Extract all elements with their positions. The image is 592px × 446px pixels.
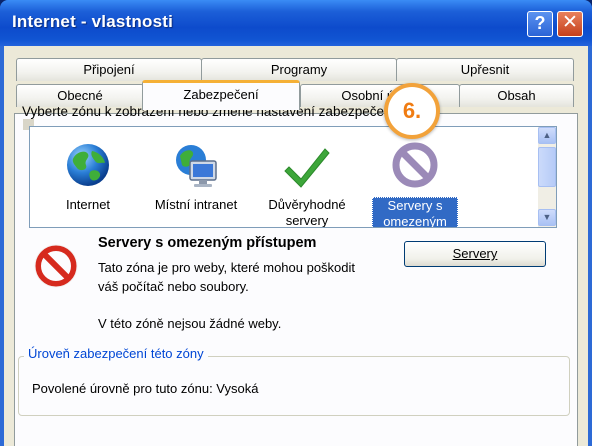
zone-label: Důvěryhodné servery [268,197,346,228]
zone-empty-note: V této zóně nejsou žádné weby. [98,316,282,331]
zone-internet[interactable]: Internet [38,127,138,213]
tab-obsah[interactable]: Obsah [459,84,574,107]
zone-list-scrollbar[interactable]: ▲ ▼ [538,127,556,227]
servers-button[interactable]: Servery [404,241,546,267]
zone-title: Servery s omezeným přístupem [98,235,317,251]
help-button[interactable]: ? [527,11,553,37]
security-level-legend: Úroveň zabezpečení této zóny [24,346,208,361]
close-button[interactable]: ✕ [557,11,583,37]
servers-button-label: Servery [452,246,498,261]
scroll-up-icon[interactable]: ▲ [538,127,556,144]
tab-programy[interactable]: Programy [201,58,397,81]
zone-description: Tato zóna je pro weby, které mohou poško… [98,260,356,294]
window-title: Internet - vlastnosti [12,12,174,31]
restricted-icon [392,142,438,188]
globe-icon [67,144,109,186]
zone-duveryhodne-servery[interactable]: Důvěryhodné servery [252,127,362,228]
scroll-down-icon[interactable]: ▼ [538,209,556,226]
zone-list[interactable]: Internet Místní intranet Důvěryhodné ser… [29,126,557,228]
title-bar[interactable]: Internet - vlastnosti ? ✕ [0,0,592,46]
zone-label-selected: Servery s omezeným přístupem [372,197,458,227]
tab-pripojeni[interactable]: Připojení [16,58,202,81]
restricted-zone-icon [34,244,78,288]
zone-label: Internet [65,197,111,212]
checkmark-icon [284,148,330,188]
tab-zabezpeceni[interactable]: Zabezpečení [142,80,300,110]
zone-mistni-intranet[interactable]: Místní intranet [142,127,250,213]
zone-servery-s-omezenym-pristupem[interactable]: Servery s omezeným přístupem [372,127,458,227]
step-callout-badge: 6. [384,83,440,139]
tab-upresnit[interactable]: Upřesnit [396,58,574,81]
intranet-icon [176,145,217,187]
zone-label: Místní intranet [154,197,238,212]
properties-window: Internet - vlastnosti ? ✕ Připojení Prog… [0,0,592,446]
allowed-levels-text: Povolené úrovně pro tuto zónu: Vysoká [32,381,259,396]
scroll-thumb[interactable] [538,147,556,187]
